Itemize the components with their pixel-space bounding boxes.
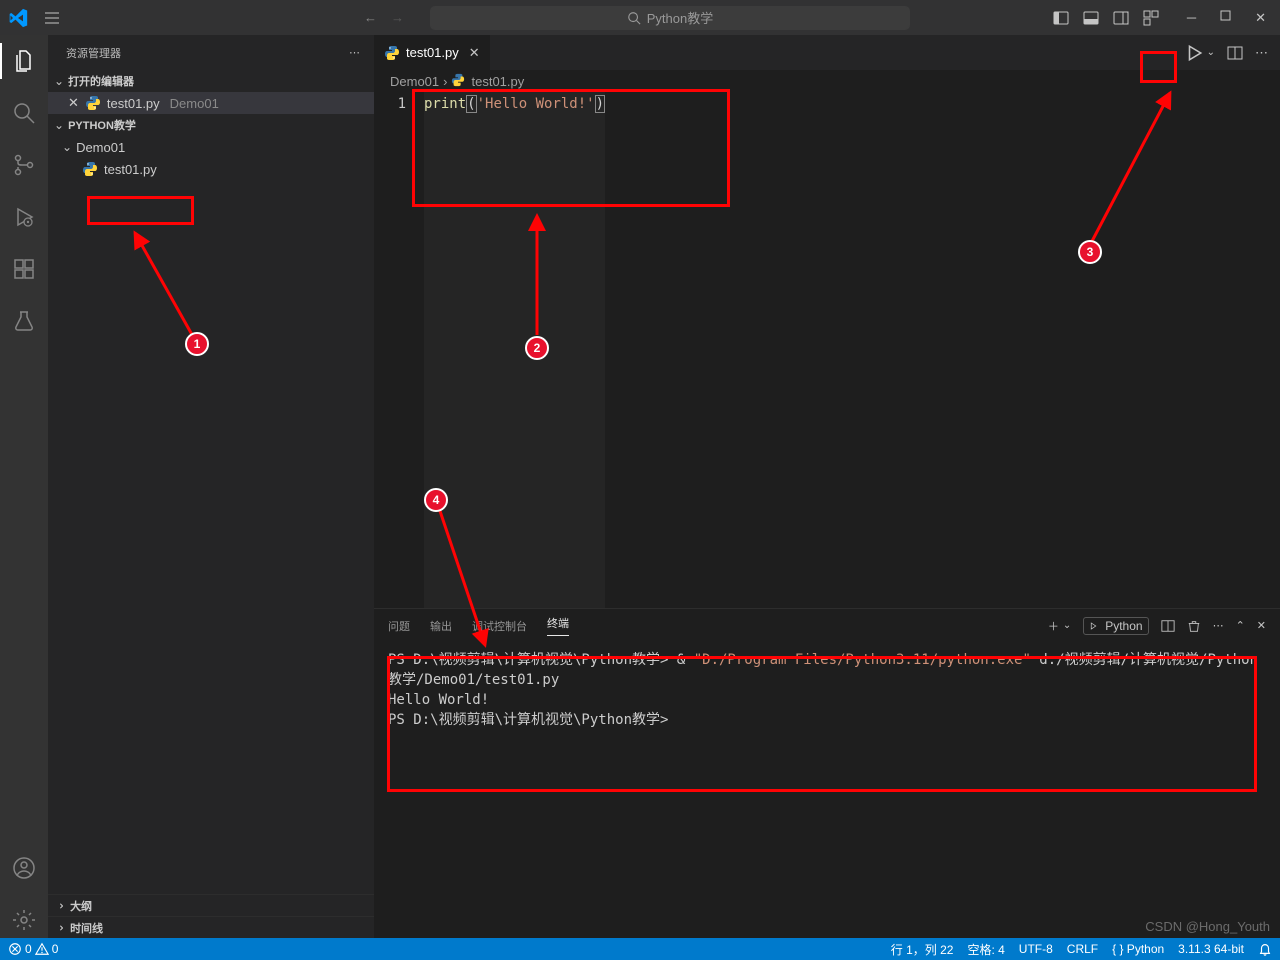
window-maximize-icon[interactable] — [1220, 10, 1231, 26]
chevron-down-icon: ⌄ — [54, 118, 64, 132]
tab-label: test01.py — [406, 45, 459, 60]
search-icon — [627, 11, 641, 25]
open-editors-header[interactable]: ⌄ 打开的编辑器 — [48, 70, 374, 92]
nav-back-icon[interactable]: ← — [364, 10, 377, 25]
customize-layout-icon[interactable] — [1143, 10, 1159, 26]
sidebar-explorer: 资源管理器 ⋯ ⌄ 打开的编辑器 ✕ test01.py Demo01 ⌄ PY… — [48, 35, 374, 938]
chevron-right-icon: ⌄ — [52, 900, 66, 910]
window-close-icon[interactable]: ✕ — [1255, 10, 1266, 26]
panel-tab-terminal[interactable]: 终端 — [547, 615, 569, 636]
layout-bottom-icon[interactable] — [1083, 10, 1099, 26]
close-icon[interactable]: ✕ — [68, 95, 79, 111]
window-minimize-icon[interactable]: ─ — [1187, 10, 1196, 26]
run-button[interactable] — [1185, 44, 1203, 62]
chevron-down-icon: ⌄ — [62, 140, 72, 154]
panel-tab-debug[interactable]: 调试控制台 — [472, 618, 527, 634]
breadcrumb-seg1[interactable]: Demo01 — [390, 74, 439, 89]
open-editor-item[interactable]: ✕ test01.py Demo01 — [48, 92, 374, 114]
code-editor[interactable]: 1 print('Hello World!') — [374, 92, 1280, 608]
editor-area: test01.py ✕ ⌄ ⋯ Demo01 › test01.py 1 pr — [374, 35, 1280, 938]
activity-explorer-icon[interactable] — [0, 43, 48, 79]
folder-row-demo01[interactable]: ⌄ Demo01 — [48, 136, 374, 158]
file-name: test01.py — [104, 162, 157, 177]
activity-extensions-icon[interactable] — [0, 251, 48, 287]
status-language[interactable]: { } Python — [1112, 942, 1164, 956]
chevron-right-icon: › — [443, 74, 447, 89]
terminal-kill-icon[interactable] — [1187, 619, 1201, 633]
open-editor-folder-hint: Demo01 — [170, 96, 219, 111]
terminal-new-dropdown-icon[interactable]: ⌄ — [1063, 620, 1071, 631]
status-interpreter[interactable]: 3.11.3 64-bit — [1178, 942, 1244, 956]
title-bar: ← → Python教学 ─ ✕ — [0, 0, 1280, 35]
search-placeholder-text: Python教学 — [647, 8, 713, 27]
python-file-icon — [451, 73, 467, 89]
activity-search-icon[interactable] — [0, 95, 48, 131]
code-line-1: print('Hello World!') — [424, 92, 605, 608]
line-number-gutter: 1 — [374, 92, 424, 608]
activity-bar — [0, 35, 48, 938]
panel-maximize-icon[interactable]: ⌃ — [1236, 619, 1245, 632]
status-bar: 0 0 行 1，列 22 空格: 4 UTF-8 CRLF { } Python… — [0, 938, 1280, 960]
panel-tab-output[interactable]: 输出 — [430, 618, 452, 634]
status-eol[interactable]: CRLF — [1067, 942, 1098, 956]
sidebar-title: 资源管理器 — [66, 45, 121, 61]
status-encoding[interactable]: UTF-8 — [1019, 942, 1053, 956]
layout-right-icon[interactable] — [1113, 10, 1129, 26]
open-editor-file-name: test01.py — [107, 96, 160, 111]
split-editor-icon[interactable] — [1227, 45, 1243, 61]
chevron-right-icon: ⌄ — [52, 922, 66, 932]
tab-close-icon[interactable]: ✕ — [469, 45, 480, 61]
activity-account-icon[interactable] — [0, 850, 48, 886]
python-file-icon — [85, 95, 101, 111]
menu-icon[interactable] — [36, 6, 68, 30]
status-spaces[interactable]: 空格: 4 — [967, 941, 1004, 958]
file-row-test01[interactable]: test01.py — [48, 158, 374, 180]
chevron-down-icon: ⌄ — [54, 74, 64, 88]
workspace-header[interactable]: ⌄ PYTHON教学 — [48, 114, 374, 136]
sidebar-more-icon[interactable]: ⋯ — [349, 46, 360, 59]
panel-tab-problems[interactable]: 问题 — [388, 618, 410, 634]
python-file-icon — [384, 45, 400, 61]
layout-left-icon[interactable] — [1053, 10, 1069, 26]
outline-section[interactable]: ⌄ 大纲 — [48, 894, 374, 916]
activity-debug-icon[interactable] — [0, 199, 48, 235]
status-line-col[interactable]: 行 1，列 22 — [891, 941, 954, 958]
timeline-section[interactable]: ⌄ 时间线 — [48, 916, 374, 938]
nav-forward-icon[interactable]: → — [391, 10, 404, 25]
activity-scm-icon[interactable] — [0, 147, 48, 183]
vscode-logo-icon — [6, 6, 30, 30]
python-file-icon — [82, 161, 98, 177]
command-center-search[interactable]: Python教学 — [430, 6, 910, 30]
terminal-content[interactable]: PS D:\视频剪辑\计算机视觉\Python教学> & "D:/Program… — [374, 642, 1280, 938]
activity-settings-icon[interactable] — [0, 902, 48, 938]
folder-name: Demo01 — [76, 140, 125, 155]
breadcrumb-seg2[interactable]: test01.py — [471, 74, 524, 89]
editor-more-icon[interactable]: ⋯ — [1255, 45, 1268, 61]
terminal-new-icon[interactable]: ＋ — [1048, 618, 1059, 634]
panel-close-icon[interactable]: ✕ — [1257, 619, 1266, 632]
breadcrumb[interactable]: Demo01 › test01.py — [374, 70, 1280, 92]
panel: 问题 输出 调试控制台 终端 ＋ ⌄ Python ⋯ ⌃ ✕ — [374, 608, 1280, 938]
line-number: 1 — [374, 96, 406, 112]
terminal-split-icon[interactable] — [1161, 619, 1175, 633]
status-notifications-icon[interactable] — [1258, 942, 1272, 956]
terminal-more-icon[interactable]: ⋯ — [1213, 619, 1224, 632]
tab-bar: test01.py ✕ ⌄ ⋯ — [374, 35, 1280, 70]
status-problems[interactable]: 0 0 — [8, 942, 58, 956]
terminal-profile-button[interactable]: Python — [1083, 617, 1148, 635]
run-dropdown-icon[interactable]: ⌄ — [1207, 47, 1215, 58]
tab-test01[interactable]: test01.py ✕ — [374, 35, 491, 70]
activity-testing-icon[interactable] — [0, 303, 48, 339]
